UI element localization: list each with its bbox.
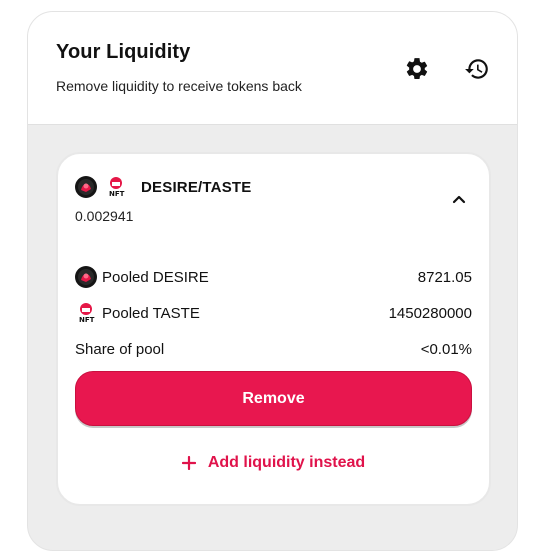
gear-icon[interactable] [402,54,432,84]
plus-icon [181,456,196,470]
taste-token-icon: NFT [105,176,127,198]
share-of-pool-label: Share of pool [75,340,165,358]
add-liquidity-link[interactable]: Add liquidity instead [58,451,489,475]
pair-name: DESIRE/TASTE [141,178,252,196]
pair-header: NFT DESIRE/TASTE [75,174,251,200]
page-subtitle: Remove liquidity to receive tokens back [56,78,302,94]
liquidity-position-card: NFT DESIRE/TASTE 0.002941 Pooled DESIRE … [56,152,491,506]
remove-button[interactable]: Remove [75,371,472,426]
pooled-desire-label: Pooled DESIRE [102,268,209,286]
add-liquidity-label: Add liquidity instead [207,454,366,471]
page-title: Your Liquidity [56,41,191,63]
pooled-desire-value: 8721.05 [417,268,472,286]
svg-text:NFT: NFT [109,190,125,198]
svg-text:NFT: NFT [79,316,95,324]
pool-token-amount: 0.002941 [75,208,134,224]
pooled-taste-value: 1450280000 [388,304,472,322]
share-of-pool-value: <0.01% [420,340,472,358]
pooled-desire-row: Pooled DESIRE 8721.05 [75,266,472,288]
liquidity-panel: Your Liquidity Remove liquidity to recei… [27,11,518,551]
pooled-taste-row: NFT Pooled TASTE 1450280000 [75,302,472,324]
history-icon[interactable] [462,54,492,84]
desire-token-icon [75,176,97,198]
chevron-up-icon[interactable] [448,188,470,210]
taste-token-icon: NFT [75,302,97,324]
desire-token-icon [75,266,97,288]
panel-header: Your Liquidity Remove liquidity to recei… [28,12,517,125]
pooled-taste-label: Pooled TASTE [102,304,200,322]
share-of-pool-row: Share of pool <0.01% [75,338,472,360]
